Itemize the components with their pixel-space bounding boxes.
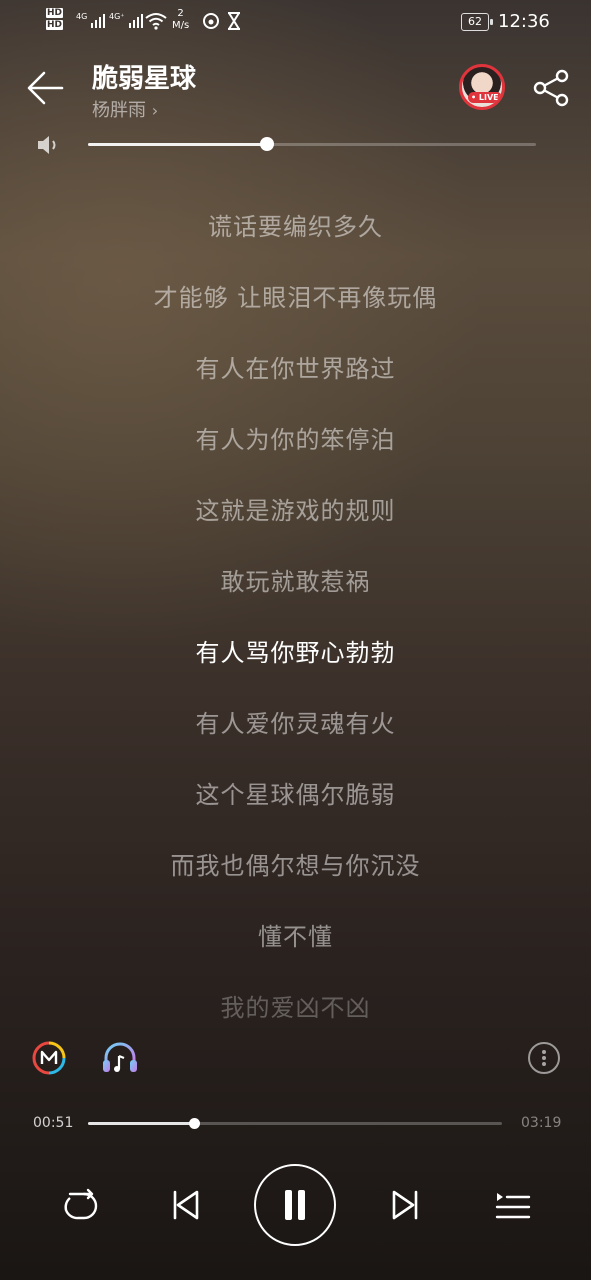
speed-unit: M/s	[172, 20, 190, 31]
pause-button[interactable]	[254, 1164, 336, 1246]
lyric-line[interactable]: 有人爱你灵魂有火	[0, 689, 591, 760]
progress-fill	[88, 1122, 194, 1125]
live-badge: • LIVE	[468, 92, 502, 103]
speed-value: 2	[177, 8, 184, 19]
netease-icon	[203, 13, 219, 29]
progress-slider[interactable]	[88, 1118, 502, 1129]
progress-knob[interactable]	[188, 1118, 200, 1129]
lyric-line[interactable]: 敢玩就敢惹祸	[0, 547, 591, 618]
song-title: 脆弱星球	[92, 64, 197, 94]
more-vertical-icon[interactable]	[528, 1042, 560, 1074]
wifi-icon	[145, 13, 167, 30]
signal-bars-icon	[91, 14, 106, 28]
signal-2: 4G⁺	[109, 12, 144, 28]
signal-1: 4G	[76, 12, 106, 28]
network-type-1: 4G	[76, 12, 88, 21]
lyrics-list[interactable]: 谎话要编织多久 才能够 让眼泪不再像玩偶 有人在你世界路过 有人为你的笨停泊 这就是游戏…	[0, 192, 591, 1044]
lyric-line[interactable]: 有人为你的笨停泊	[0, 405, 591, 476]
network-type-2: 4G⁺	[109, 12, 125, 21]
m-circle-icon[interactable]	[32, 1041, 66, 1075]
lyric-line[interactable]: 有人在你世界路过	[0, 334, 591, 405]
lyric-line[interactable]: 谎话要编织多久	[0, 192, 591, 263]
artist-name: 杨胖雨	[92, 100, 146, 121]
lyric-line-active[interactable]: 有人骂你野心勃勃	[0, 618, 591, 689]
live-avatar[interactable]: • LIVE	[459, 64, 505, 110]
pause-icon	[298, 1190, 305, 1220]
status-bar: HD HD 4G 4G⁺ 2 M/s 62 12:36	[0, 0, 591, 46]
total-time: 03:19	[521, 1115, 562, 1131]
arrow-left-icon[interactable]	[26, 70, 66, 106]
chevron-right-icon: ›	[151, 101, 159, 120]
lyric-line[interactable]: 而我也偶尔想与你沉没	[0, 831, 591, 902]
artist-link[interactable]: 杨胖雨 ›	[92, 96, 158, 122]
skip-next-icon[interactable]	[382, 1180, 428, 1230]
skip-previous-icon[interactable]	[163, 1180, 209, 1230]
battery-indicator: 62	[461, 13, 493, 31]
speaker-icon[interactable]	[36, 134, 62, 156]
live-badge-label: LIVE	[478, 93, 499, 102]
hd-indicators: HD HD	[46, 8, 64, 32]
hourglass-icon	[228, 12, 240, 30]
volume-slider[interactable]	[88, 137, 536, 151]
hd-badge-2: HD	[46, 20, 64, 30]
lyric-line[interactable]: 我的爱凶不凶	[0, 973, 591, 1044]
more-dots	[542, 1050, 546, 1066]
current-time: 00:51	[33, 1115, 74, 1131]
lyric-line[interactable]: 才能够 让眼泪不再像玩偶	[0, 263, 591, 334]
network-speed: 2 M/s	[172, 8, 189, 32]
volume-fill	[88, 143, 268, 146]
share-icon[interactable]	[532, 68, 572, 108]
volume-knob[interactable]	[260, 137, 275, 151]
signal-bars-icon	[128, 14, 143, 28]
lyric-line[interactable]: 这就是游戏的规则	[0, 476, 591, 547]
hd-badge-1: HD	[46, 8, 64, 18]
headphones-icon[interactable]	[101, 1040, 139, 1076]
playlist-icon[interactable]	[489, 1180, 535, 1230]
lyric-line[interactable]: 这个星球偶尔脆弱	[0, 760, 591, 831]
status-time: 12:36	[498, 11, 550, 32]
repeat-icon[interactable]	[56, 1180, 102, 1230]
lyric-line[interactable]: 懂不懂	[0, 902, 591, 973]
pause-icon	[285, 1190, 292, 1220]
